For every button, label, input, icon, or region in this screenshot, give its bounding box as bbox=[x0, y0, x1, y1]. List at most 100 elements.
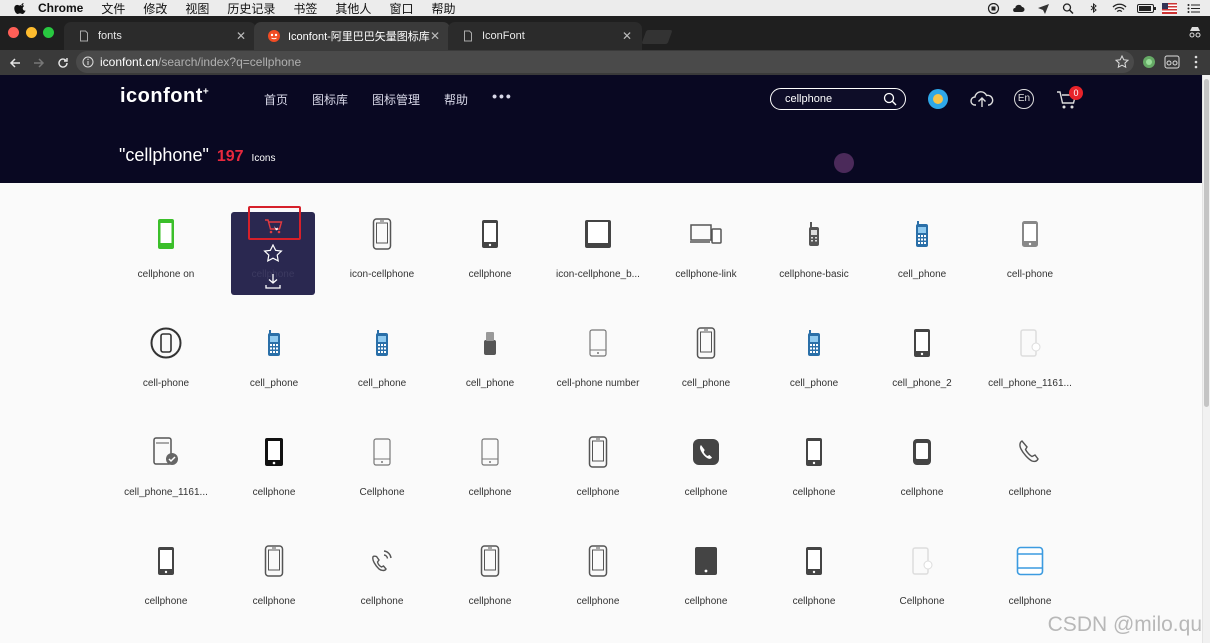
phone-outline-icon bbox=[544, 434, 652, 470]
reload-button[interactable] bbox=[54, 54, 72, 72]
icon-result-card[interactable]: Cellphone bbox=[868, 533, 976, 633]
send-icon[interactable] bbox=[1037, 3, 1050, 14]
nav-help[interactable]: 帮助 bbox=[444, 91, 468, 108]
icon-result-card[interactable]: cellphone bbox=[976, 424, 1084, 524]
icon-result-card[interactable]: cell_phone_2 bbox=[868, 315, 976, 415]
icon-result-card[interactable]: Cellphone bbox=[328, 424, 436, 524]
kebab-menu-icon[interactable] bbox=[1193, 55, 1199, 69]
icon-result-label: cellphone bbox=[576, 596, 620, 607]
new-tab-button[interactable] bbox=[641, 30, 673, 44]
icon-result-card[interactable]: cellphone-basic bbox=[760, 206, 868, 306]
icon-result-card[interactable]: cell-phone bbox=[976, 206, 1084, 306]
icon-result-card[interactable]: cell_phone bbox=[652, 315, 760, 415]
favorite-star-icon[interactable] bbox=[263, 244, 283, 262]
icon-result-card[interactable]: cellphone bbox=[760, 424, 868, 524]
icon-result-label: cell_phone_1161... bbox=[124, 487, 208, 498]
icon-result-label: cell_phone bbox=[249, 378, 299, 389]
menu-help[interactable]: 帮助 bbox=[431, 0, 455, 17]
icon-result-card[interactable]: cellphone bbox=[868, 424, 976, 524]
icon-result-card[interactable]: cell_phone_1161... bbox=[112, 424, 220, 524]
window-minimize-button[interactable] bbox=[26, 27, 37, 38]
icon-result-card[interactable]: cell_phone bbox=[760, 315, 868, 415]
list-menu-icon[interactable] bbox=[1187, 3, 1200, 14]
icon-result-card[interactable]: cellphone bbox=[652, 533, 760, 633]
icon-result-card[interactable]: cell-phone number bbox=[544, 315, 652, 415]
icon-result-card[interactable]: cellphone bbox=[436, 424, 544, 524]
result-unit: Icons bbox=[251, 153, 276, 164]
window-close-button[interactable] bbox=[8, 27, 19, 38]
language-switch-button[interactable]: En bbox=[1014, 89, 1034, 109]
icon-result-label: cellphone-basic bbox=[779, 269, 849, 280]
close-icon[interactable]: ✕ bbox=[622, 29, 632, 43]
info-icon[interactable] bbox=[82, 56, 94, 68]
extension-green-icon[interactable] bbox=[1142, 55, 1156, 69]
icon-result-card[interactable]: cellphone bbox=[112, 533, 220, 633]
upload-cloud-icon[interactable] bbox=[970, 89, 994, 109]
flag-us-icon[interactable] bbox=[1162, 2, 1177, 14]
scrollbar-thumb[interactable] bbox=[1204, 79, 1209, 407]
icon-result-card[interactable]: cell_phone bbox=[328, 315, 436, 415]
apple-icon[interactable] bbox=[14, 1, 28, 15]
menu-bookmarks[interactable]: 书签 bbox=[293, 0, 317, 17]
nav-home[interactable]: 首页 bbox=[264, 91, 288, 108]
macos-menu-bar: Chrome 文件 修改 视图 历史记录 书签 其他人 窗口 帮助 bbox=[0, 0, 1210, 16]
icon-result-card[interactable]: cell-phone bbox=[112, 315, 220, 415]
back-button[interactable] bbox=[6, 54, 24, 72]
tab-iconfont-alibaba[interactable]: Iconfont-阿里巴巴矢量图标库 ✕ bbox=[254, 22, 450, 50]
icon-result-card[interactable]: cellphone bbox=[436, 206, 544, 306]
url-path: /search/index?q=cellphone bbox=[158, 55, 302, 69]
icon-result-card[interactable]: cellphone bbox=[220, 424, 328, 524]
page-scrollbar[interactable] bbox=[1202, 75, 1210, 643]
download-icon[interactable] bbox=[264, 273, 282, 289]
menu-people[interactable]: 其他人 bbox=[335, 0, 371, 17]
icon-result-card[interactable]: cellphone bbox=[544, 533, 652, 633]
menu-app-chrome[interactable]: Chrome bbox=[38, 1, 83, 15]
icon-result-card[interactable]: cellphone bbox=[760, 533, 868, 633]
nav-icon-library[interactable]: 图标库 bbox=[312, 91, 348, 108]
site-logo[interactable]: iconfont+ bbox=[120, 85, 209, 108]
icon-result-card[interactable]: cellphone bbox=[652, 424, 760, 524]
nav-more[interactable]: ••• bbox=[492, 88, 513, 105]
address-bar[interactable]: iconfont.cn/search/index?q=cellphone bbox=[76, 51, 1134, 73]
incognito-icon[interactable] bbox=[1188, 26, 1202, 38]
icon-result-card[interactable]: cellphone bbox=[220, 533, 328, 633]
forward-button[interactable] bbox=[30, 54, 48, 72]
icon-result-card[interactable]: icon-cellphone_b... bbox=[544, 206, 652, 306]
icon-result-card[interactable]: cellphone on bbox=[112, 206, 220, 306]
icon-result-card[interactable]: cell_phone bbox=[436, 315, 544, 415]
icon-result-card[interactable]: cell_phone bbox=[220, 315, 328, 415]
cloud-sync-icon[interactable] bbox=[1012, 3, 1025, 14]
menu-window[interactable]: 窗口 bbox=[389, 0, 413, 17]
menu-view[interactable]: 视图 bbox=[185, 0, 209, 17]
record-icon[interactable] bbox=[987, 2, 1000, 14]
bookmark-star-icon[interactable] bbox=[1115, 55, 1129, 69]
phone-solid-icon bbox=[112, 543, 220, 579]
bluetooth-icon[interactable] bbox=[1087, 2, 1100, 14]
icon-result-card[interactable]: cellphone bbox=[328, 533, 436, 633]
search-icon[interactable] bbox=[883, 92, 897, 106]
icon-result-label: cellphone on bbox=[137, 269, 195, 280]
menu-edit[interactable]: 修改 bbox=[143, 0, 167, 17]
window-zoom-button[interactable] bbox=[43, 27, 54, 38]
extension-glasses-icon[interactable] bbox=[1164, 55, 1180, 69]
icon-result-card[interactable]: cellphone bbox=[544, 424, 652, 524]
icon-result-card[interactable]: cellphone bbox=[436, 533, 544, 633]
battery-icon[interactable] bbox=[1137, 3, 1156, 14]
icon-result-card[interactable]: cell_phone_1161... bbox=[976, 315, 1084, 415]
close-icon[interactable]: ✕ bbox=[236, 29, 246, 43]
wifi-icon[interactable] bbox=[1112, 3, 1127, 14]
menu-file[interactable]: 文件 bbox=[101, 0, 125, 17]
tab-iconfont[interactable]: IconFont ✕ bbox=[448, 22, 642, 50]
search-icon[interactable] bbox=[1062, 2, 1075, 14]
menu-history[interactable]: 历史记录 bbox=[227, 0, 275, 17]
close-icon[interactable]: ✕ bbox=[430, 29, 440, 43]
icon-result-card[interactable]: cellphone-link bbox=[652, 206, 760, 306]
nav-icon-management[interactable]: 图标管理 bbox=[372, 91, 420, 108]
icon-result-card[interactable]: cell_phone bbox=[868, 206, 976, 306]
phone-green-icon bbox=[112, 216, 220, 252]
search-input[interactable] bbox=[785, 92, 881, 106]
user-avatar-icon[interactable] bbox=[927, 88, 949, 110]
icon-result-card[interactable]: icon-cellphone bbox=[328, 206, 436, 306]
tab-fonts[interactable]: fonts ✕ bbox=[64, 22, 256, 50]
add-to-cart-icon[interactable] bbox=[264, 218, 284, 236]
